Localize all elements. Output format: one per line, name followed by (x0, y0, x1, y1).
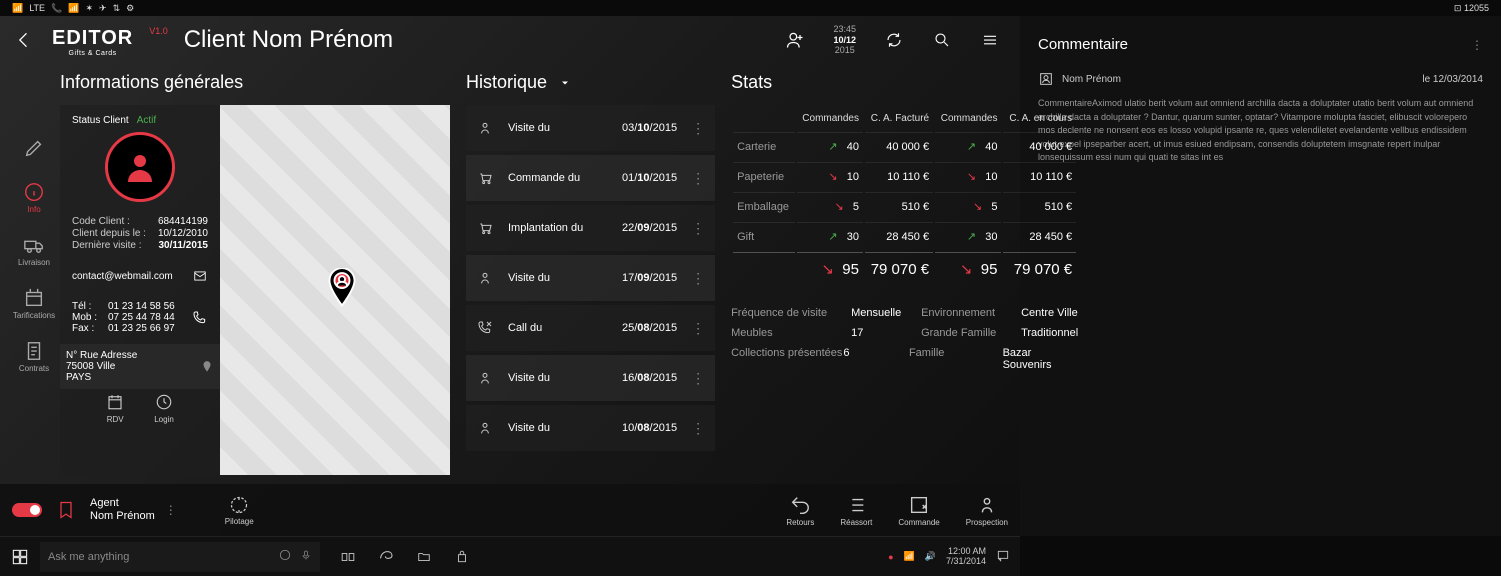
stats-body: Carterie↗ 4040 000 €↗ 4040 000 €Papeteri… (733, 132, 1076, 285)
explorer-icon[interactable] (406, 542, 442, 572)
sidenav-Tarifications[interactable]: Tarifications (8, 279, 60, 328)
sidenav-edit[interactable] (8, 129, 60, 169)
footer-Retours[interactable]: Retours (786, 494, 814, 527)
more-icon[interactable]: ⋮ (691, 120, 705, 137)
pin-icon (200, 360, 214, 374)
tray-record-icon[interactable]: ● (888, 552, 893, 562)
logo: EDITOR Gifts & Cards (52, 23, 133, 57)
more-icon[interactable]: ⋮ (691, 270, 705, 287)
section-info-title: Informations générales (60, 72, 450, 93)
phone-block[interactable]: Tél :01 23 14 58 56 Mob :07 25 44 78 44 … (72, 301, 208, 334)
login-button[interactable]: Login (154, 393, 174, 424)
header-date: 23:45 10/12 2015 (833, 24, 856, 56)
menu-icon[interactable] (980, 30, 1000, 50)
comment-more-icon[interactable]: ⋮ (1471, 38, 1483, 52)
map[interactable] (220, 105, 450, 475)
refresh-icon[interactable] (884, 30, 904, 50)
footer-Commande[interactable]: Commande (898, 494, 939, 527)
device-statusbar: 📶LTE📞📶✶✈⇅⚙ ⊡ 12055 (0, 0, 1501, 16)
status-right: ⊡ 12055 (1454, 3, 1489, 14)
mic-icon[interactable] (300, 549, 312, 564)
tray-wifi-icon[interactable]: 📶 (904, 551, 915, 562)
stats-table: CommandesC. A. FacturéCommandesC. A. en … (731, 105, 1078, 287)
map-pin-icon (326, 268, 358, 300)
tray-volume-icon[interactable]: 🔊 (925, 551, 936, 562)
windows-taskbar[interactable]: Ask me anything ● 📶 🔊 12:00 AM7/31/2014 (0, 536, 1020, 576)
back-button[interactable] (12, 28, 36, 52)
more-icon[interactable]: ⋮ (691, 170, 705, 187)
page-title: Client Nom Prénom (184, 26, 770, 54)
history-item[interactable]: Visite du16/08/2015⋮ (466, 355, 715, 401)
email-row[interactable]: contact@webmail.com (72, 265, 208, 287)
stats-total: ↘ 9579 070 €↘ 9579 070 € (733, 252, 1076, 285)
status-left: 📶LTE📞📶✶✈⇅⚙ (12, 3, 140, 14)
phone-icon (192, 310, 208, 326)
app-header: EDITOR Gifts & Cards V1.0 Client Nom Pré… (0, 16, 1020, 64)
history-item[interactable]: Visite du03/10/2015⋮ (466, 105, 715, 151)
comment-body: CommentaireAximod ulatio berit volum aut… (1038, 97, 1483, 165)
stats-kv-block: Fréquence de visiteMensuelleEnvironnemen… (731, 307, 1078, 371)
avatar (105, 132, 175, 202)
history-item[interactable]: Call du25/08/2015⋮ (466, 305, 715, 351)
history-list: Visite du03/10/2015⋮Commande du01/10/201… (466, 105, 715, 451)
more-icon[interactable]: ⋮ (691, 220, 705, 237)
stat-kv-row: Fréquence de visiteMensuelleEnvironnemen… (731, 307, 1078, 319)
taskbar-search[interactable]: Ask me anything (40, 542, 320, 572)
history-item[interactable]: Commande du01/10/2015⋮ (466, 155, 715, 201)
stats-row: Papeterie↘ 1010 110 €↘ 1010 110 € (733, 162, 1076, 190)
history-item[interactable]: Visite du10/08/2015⋮ (466, 405, 715, 451)
stats-row: Emballage↘ 5510 €↘ 5510 € (733, 192, 1076, 220)
comment-date: le 12/03/2014 (1422, 74, 1483, 85)
stats-header-row: CommandesC. A. FacturéCommandesC. A. en … (733, 107, 1076, 130)
history-item[interactable]: Implantation du22/09/2015⋮ (466, 205, 715, 251)
cortana-icon[interactable] (278, 548, 292, 565)
section-stats-title: Stats (731, 72, 1078, 93)
status-value: Actif (137, 115, 156, 126)
bookmark-icon[interactable] (56, 500, 76, 520)
rdv-button[interactable]: RDV (106, 393, 124, 424)
version-label: V1.0 (149, 26, 168, 36)
comment-title: Commentaire (1038, 36, 1128, 53)
app-footer: AgentNom Prénom ⋮ Pilotage Retours Réasso… (0, 484, 1020, 536)
sidenav-Info[interactable]: Info (8, 173, 60, 222)
stat-kv-row: Meubles17Grande FamilleTraditionnel (731, 327, 1078, 339)
address-block[interactable]: N° Rue Adresse 75008 Ville PAYS (60, 344, 220, 389)
sidenav-Livraison[interactable]: Livraison (8, 226, 60, 275)
more-icon[interactable]: ⋮ (691, 320, 705, 337)
stats-row: Carterie↗ 4040 000 €↗ 4040 000 € (733, 132, 1076, 160)
agent-block[interactable]: AgentNom Prénom ⋮ (90, 497, 177, 523)
status-label: Status Client (72, 115, 129, 126)
notification-icon[interactable] (996, 549, 1010, 565)
side-nav: InfoLivraisonTarificationsContrats (8, 105, 60, 475)
search-icon[interactable] (932, 30, 952, 50)
add-user-icon[interactable] (785, 30, 805, 50)
pilotage-button[interactable]: Pilotage (225, 495, 254, 526)
store-icon[interactable] (444, 542, 480, 572)
stat-kv-row: Collections présentées6FamilleBazar Souv… (731, 347, 1078, 371)
footer-Réassort[interactable]: Réassort (840, 494, 872, 527)
toggle-switch[interactable] (12, 503, 42, 517)
sidenav-Contrats[interactable]: Contrats (8, 332, 60, 381)
stats-row: Gift↗ 3028 450 €↗ 3028 450 € (733, 222, 1076, 250)
client-info-card: Status Client Actif Code Client :6844141… (60, 105, 220, 475)
more-icon[interactable]: ⋮ (691, 370, 705, 387)
more-icon[interactable]: ⋮ (165, 503, 177, 517)
section-history-title[interactable]: Historique (466, 72, 715, 93)
edge-icon[interactable] (368, 542, 404, 572)
comment-panel: Commentaire ⋮ Nom Prénom le 12/03/2014 C… (1020, 16, 1501, 536)
task-view-icon[interactable] (330, 542, 366, 572)
footer-Prospection[interactable]: Prospection (966, 494, 1008, 527)
more-icon[interactable]: ⋮ (691, 420, 705, 437)
chevron-down-icon (559, 77, 571, 89)
footer-actions: Retours Réassort Commande Prospection (786, 494, 1008, 527)
mail-icon (192, 269, 208, 283)
history-item[interactable]: Visite du17/09/2015⋮ (466, 255, 715, 301)
start-button[interactable] (4, 541, 36, 573)
